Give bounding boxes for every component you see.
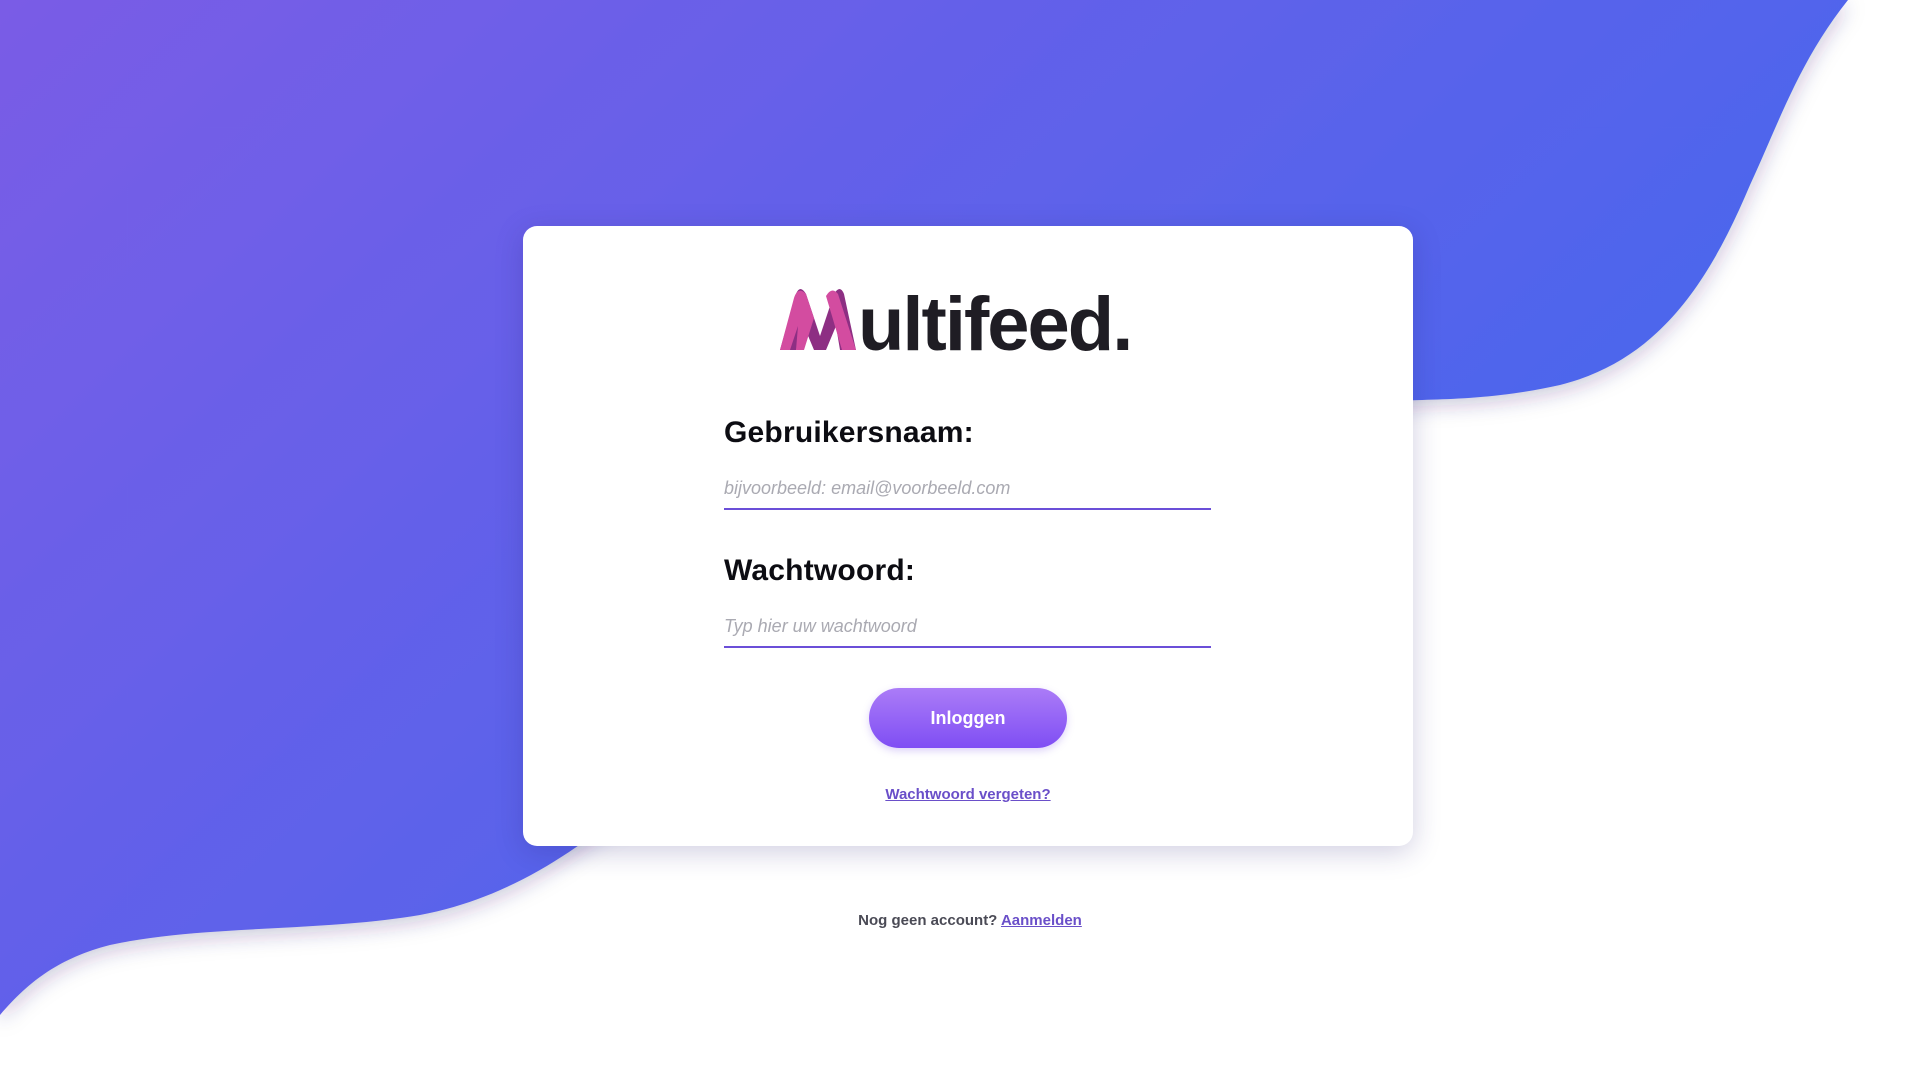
- password-label: Wachtwoord:: [724, 554, 916, 587]
- signup-question: Nog geen account?: [858, 912, 1001, 929]
- login-button[interactable]: Inloggen: [869, 688, 1067, 748]
- login-card: ultifeed. Gebruikersnaam: Wachtwoord: In…: [523, 226, 1413, 846]
- signup-link[interactable]: Aanmelden: [1001, 912, 1082, 929]
- login-page: ultifeed. Gebruikersnaam: Wachtwoord: In…: [0, 0, 1920, 1080]
- username-label: Gebruikersnaam:: [724, 416, 974, 449]
- logo-wordmark: ultifeed.: [858, 286, 1131, 356]
- forgot-password-link[interactable]: Wachtwoord vergeten?: [523, 786, 1413, 803]
- username-input[interactable]: [724, 468, 1211, 510]
- signup-row: Nog geen account? Aanmelden: [0, 912, 1920, 929]
- logo-m-mark: [780, 289, 856, 350]
- password-input[interactable]: [724, 606, 1211, 648]
- multifeed-logo: ultifeed.: [776, 286, 1176, 356]
